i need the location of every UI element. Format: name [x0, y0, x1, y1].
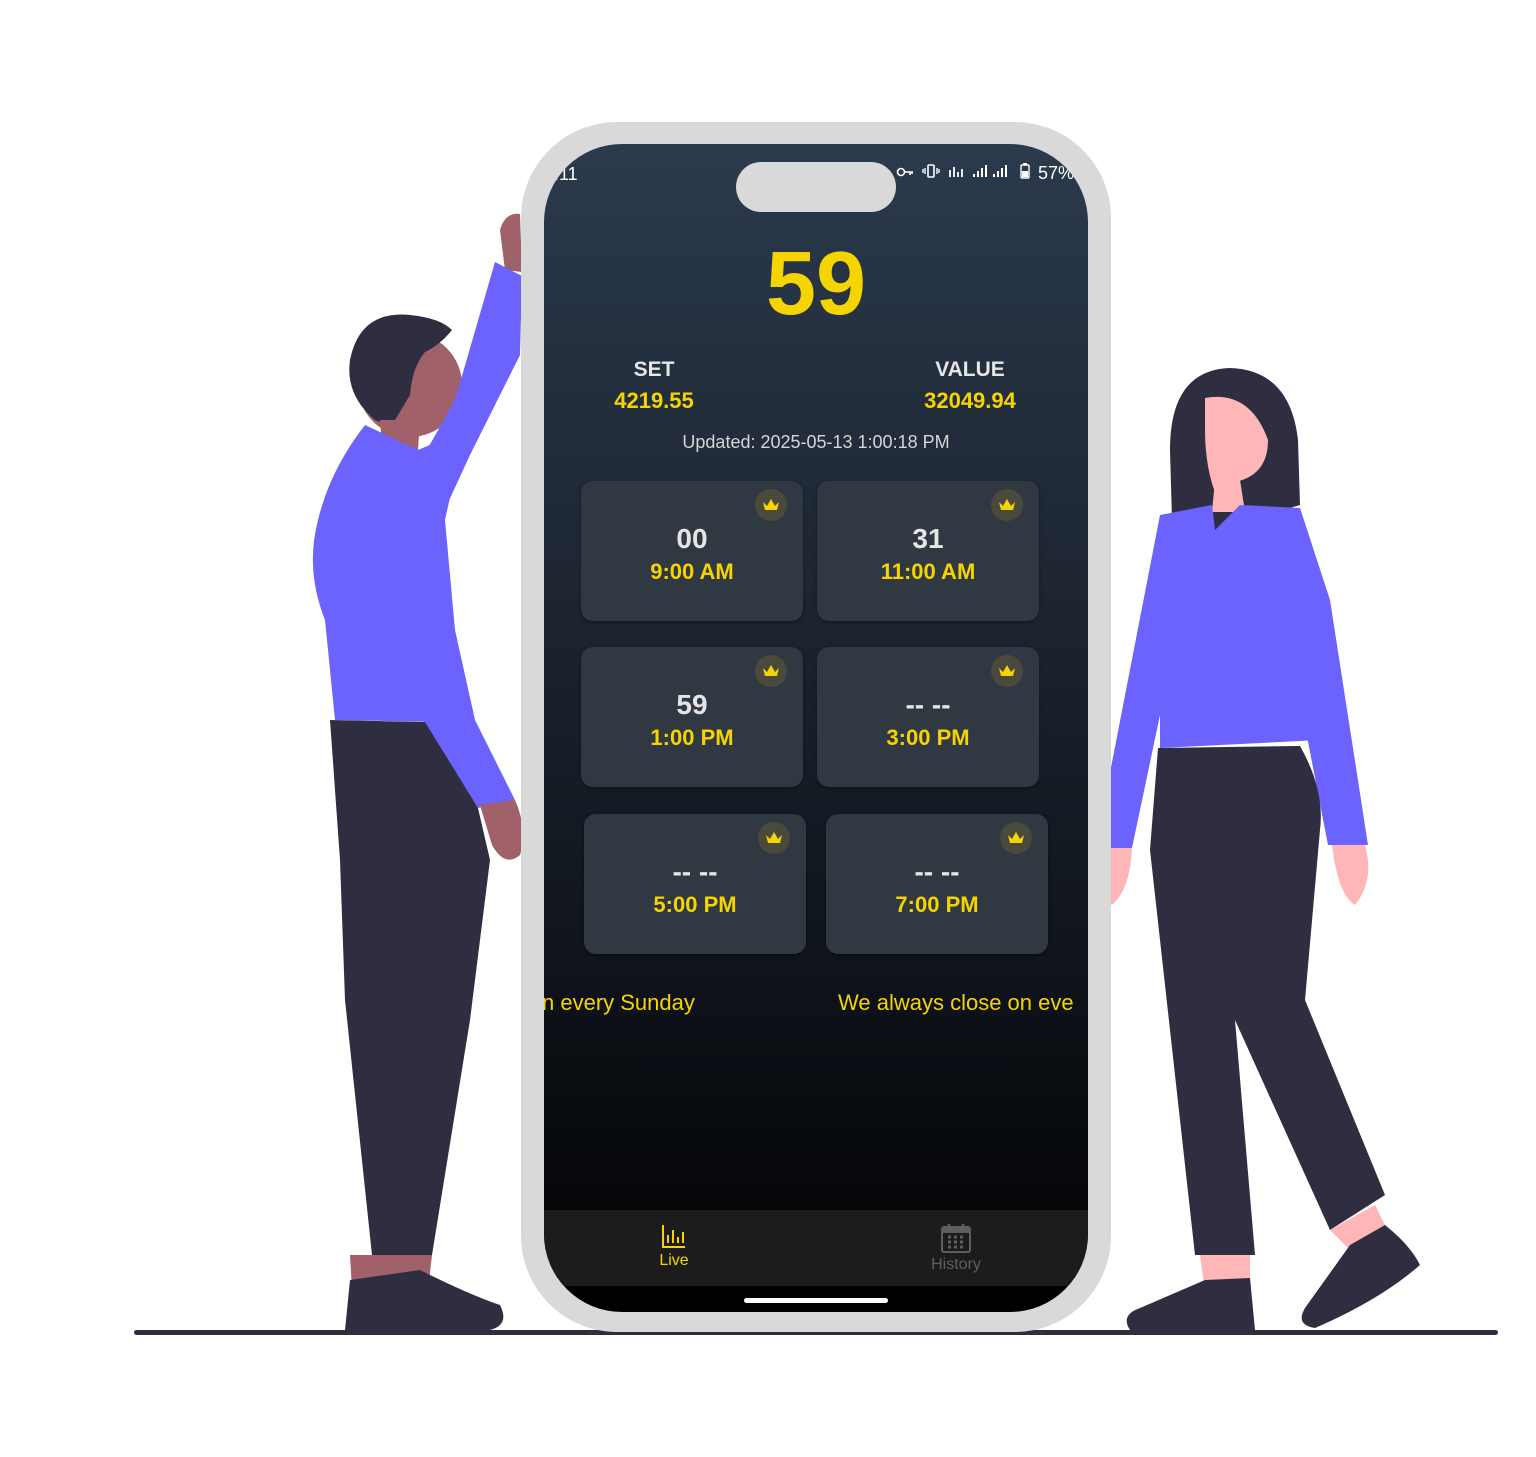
updated-timestamp: Updated: 2025-05-13 1:00:18 PM: [682, 432, 950, 452]
result-card[interactable]: 31 11:00 AM: [817, 481, 1039, 621]
card-number: -- --: [905, 689, 951, 720]
result-card[interactable]: 59 1:00 PM: [581, 647, 803, 787]
crown-icon: [1000, 822, 1032, 854]
card-number: -- --: [672, 856, 718, 887]
card-number: 00: [676, 523, 708, 554]
card-time: 3:00 PM: [886, 725, 970, 750]
data-icon: [948, 164, 964, 183]
signal-icon: [972, 164, 1012, 183]
marquee-notice: n every Sunday We always close on eve: [544, 990, 1088, 1020]
crown-icon: [991, 489, 1023, 521]
crown-icon: [991, 655, 1023, 687]
marquee-text-2: We always close on eve: [838, 990, 1074, 1015]
set-label: SET: [633, 358, 675, 381]
phone-screen: :11 57% 59 SET 4219.55 VALUE 32049.94 Up…: [544, 144, 1088, 1312]
card-number: 59: [676, 689, 708, 720]
tab-history-label: History: [931, 1256, 981, 1273]
result-card[interactable]: -- -- 5:00 PM: [584, 814, 806, 954]
value-label: VALUE: [935, 358, 1005, 381]
bottom-nav: Live History: [544, 1210, 1088, 1286]
home-indicator: [744, 1298, 888, 1303]
card-time: 11:00 AM: [880, 559, 976, 584]
result-card[interactable]: 00 9:00 AM: [581, 481, 803, 621]
crown-icon: [755, 655, 787, 687]
tab-history[interactable]: History: [886, 1222, 1026, 1274]
tab-live-label: Live: [659, 1252, 689, 1269]
crown-icon: [755, 489, 787, 521]
bar-chart-icon: [662, 1225, 685, 1248]
main-result-number: 59: [765, 234, 867, 334]
status-icons: 57%: [896, 163, 1074, 184]
camera-notch: [736, 162, 896, 212]
battery-icon: [1020, 163, 1030, 184]
value-value: 32049.94: [924, 388, 1016, 413]
card-time: 5:00 PM: [653, 892, 737, 917]
tab-live[interactable]: Live: [604, 1222, 744, 1270]
card-number: 31: [912, 523, 944, 554]
set-value: 4219.55: [614, 388, 694, 413]
crown-icon: [758, 822, 790, 854]
set-stat: SET 4219.55: [554, 358, 754, 414]
value-stat: VALUE 32049.94: [870, 358, 1070, 414]
status-time: :11: [554, 164, 578, 184]
card-number: -- --: [914, 856, 960, 887]
result-card[interactable]: -- -- 7:00 PM: [826, 814, 1048, 954]
battery-percent: 57%: [1037, 163, 1074, 183]
calendar-icon: [941, 1224, 971, 1253]
result-card[interactable]: -- -- 3:00 PM: [817, 647, 1039, 787]
card-time: 1:00 PM: [650, 725, 734, 750]
key-icon: [896, 165, 914, 183]
marquee-text-1: n every Sunday: [544, 990, 695, 1015]
card-time: 9:00 AM: [650, 559, 734, 584]
vibrate-icon: [922, 164, 940, 183]
card-time: 7:00 PM: [895, 892, 979, 917]
